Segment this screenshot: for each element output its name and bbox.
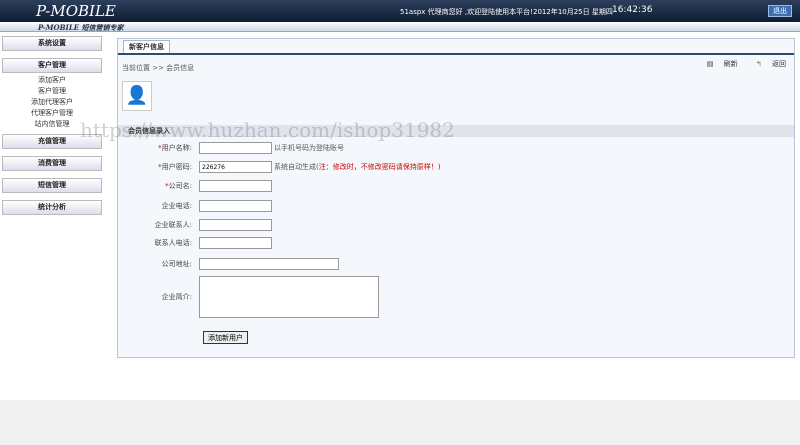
company-phone-input[interactable] [199, 200, 272, 212]
address-input[interactable] [199, 258, 339, 270]
intro-textarea[interactable] [199, 276, 379, 318]
sidebar-recharge[interactable]: 充值管理 [2, 134, 102, 149]
back-button[interactable]: ↰ 返回 [748, 60, 786, 68]
sidebar-customer-management[interactable]: 客户管理 [2, 58, 102, 73]
password-input[interactable] [199, 161, 272, 173]
user-avatar-icon: 👤 [122, 81, 152, 111]
form-row-phone: 企业电话: [118, 200, 794, 212]
footer [0, 400, 800, 445]
tab-new-customer[interactable]: 新客户信息 [123, 40, 170, 53]
clock: 16:42:36 [612, 5, 653, 15]
logout-button[interactable]: 退出 [768, 5, 792, 17]
sidebar-agent-customer-list[interactable]: 代理客户管理 [2, 108, 102, 119]
sidebar-inbox-management[interactable]: 站内信管理 [2, 119, 102, 130]
sidebar-consumption[interactable]: 消费管理 [2, 156, 102, 171]
form-row-contact: 企业联系人: [118, 219, 794, 231]
username-input[interactable] [199, 142, 272, 154]
sidebar-sms[interactable]: 短信管理 [2, 178, 102, 193]
sidebar-add-customer[interactable]: 添加客户 [2, 75, 102, 86]
logo: P-MOBILE [36, 2, 116, 20]
sidebar-statistics[interactable]: 统计分析 [2, 200, 102, 215]
form-row-address: 公司地址: [118, 258, 794, 270]
sidebar-system-settings[interactable]: 系统设置 [2, 36, 102, 51]
slogan: P-MOBILE 短信营销专家 [38, 23, 124, 32]
date-text: 2012年10月25日 星期四 [533, 8, 613, 16]
tab-divider [118, 53, 794, 55]
contact-person-input[interactable] [199, 219, 272, 231]
form-row-password: *用户密码: 系统自动生成(注：修改时，不修改密码请保持原样！) [118, 161, 794, 173]
breadcrumb: 当前位置 >> 会员信息 [122, 64, 195, 72]
sidebar: 系统设置 客户管理 添加客户 客户管理 添加代理客户 代理客户管理 站内信管理 … [2, 36, 102, 222]
add-user-button[interactable]: 添加新用户 [203, 331, 248, 344]
contact-phone-input[interactable] [199, 237, 272, 249]
section-header: 会员信息录入 [118, 125, 794, 137]
form-row-contact-phone: 联系人电话: [118, 237, 794, 249]
form-row-company: *公司名: [118, 180, 794, 192]
sidebar-add-agent-customer[interactable]: 添加代理客户 [2, 97, 102, 108]
main-panel: 新客户信息 当前位置 >> 会员信息 ▤ 刷新 ↰ 返回 👤 会员信息录入 *用… [117, 38, 795, 358]
refresh-button[interactable]: ▤ 刷新 [699, 60, 738, 68]
sidebar-customer-list[interactable]: 客户管理 [2, 86, 102, 97]
form-row-username: *用户名称: 以手机号码为登陆账号 [158, 142, 344, 154]
back-icon: ↰ [755, 60, 762, 68]
form-row-intro: 企业简介: [118, 276, 794, 318]
company-input[interactable] [199, 180, 272, 192]
welcome-text: 51aspx 代理商您好 ,欢迎登陆使用本平台! [400, 8, 533, 16]
refresh-icon: ▤ [706, 60, 714, 68]
